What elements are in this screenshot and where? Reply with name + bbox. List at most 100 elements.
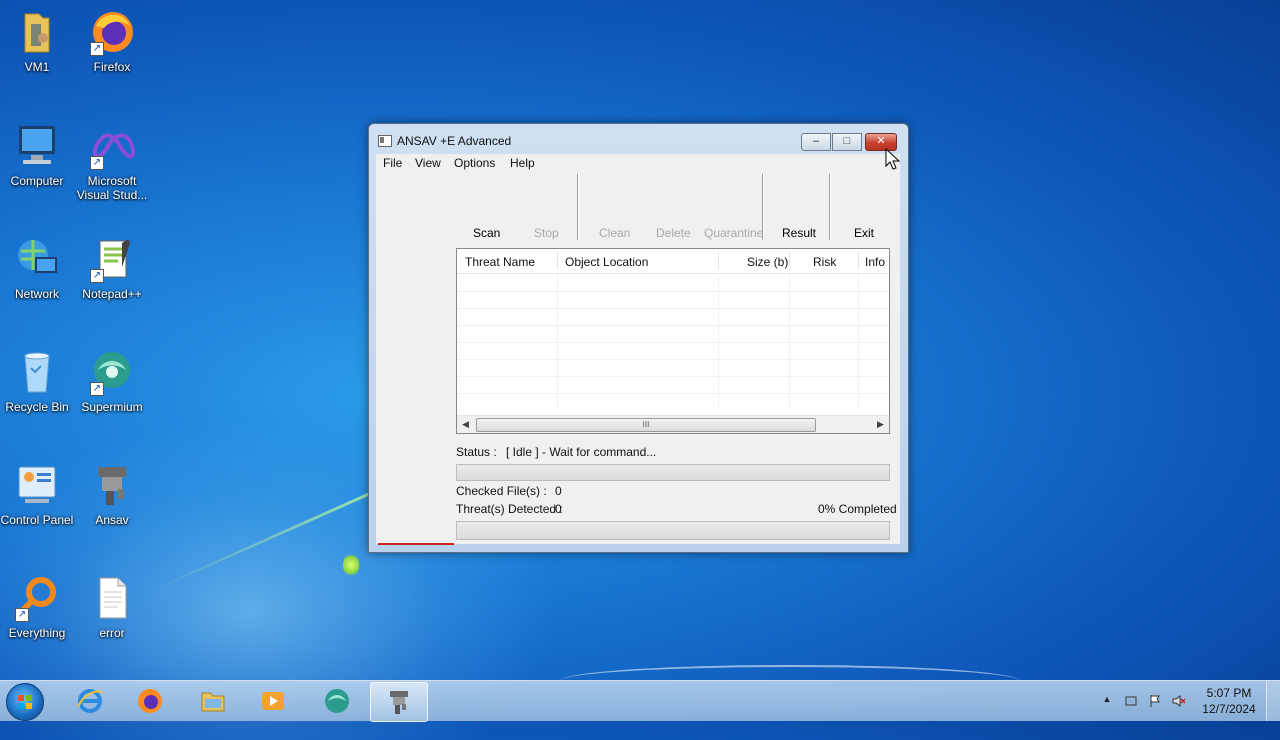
desktop-icon-everything[interactable]: ↗ Everything <box>0 574 74 640</box>
start-button[interactable] <box>6 683 44 721</box>
folder-icon <box>13 8 61 56</box>
ansav-icon <box>88 461 136 509</box>
grid-line <box>557 273 558 409</box>
horizontal-scrollbar[interactable]: ◀ III ▶ <box>457 415 889 433</box>
shortcut-arrow-icon: ↗ <box>15 608 29 622</box>
grid-line <box>457 325 889 326</box>
desktop-icon-label: Ansav <box>95 513 129 527</box>
menu-options[interactable]: Options <box>454 156 495 170</box>
menu-help[interactable]: Help <box>510 156 535 170</box>
desktop-icon-error[interactable]: error <box>75 574 149 640</box>
menu-view[interactable]: View <box>415 156 441 170</box>
toolbar-separator <box>577 174 579 240</box>
status-value: [ Idle ] - Wait for command... <box>506 445 657 459</box>
flag-icon[interactable] <box>1148 694 1162 708</box>
desktop-icon-computer[interactable]: Computer <box>0 122 74 188</box>
taskbar-ansav[interactable] <box>370 682 428 722</box>
desktop-icon-recycle-bin[interactable]: Recycle Bin <box>0 348 74 414</box>
quarantine-button[interactable]: Quarantine <box>704 226 763 240</box>
firefox-icon: ↗ <box>88 8 136 56</box>
grid-line <box>858 273 859 409</box>
desktop-icon-supermium[interactable]: ↗ Supermium <box>75 348 149 414</box>
clean-button[interactable]: Clean <box>599 226 630 240</box>
threats-detected-label: Threat(s) Detected : <box>456 502 563 516</box>
taskbar-file-explorer[interactable] <box>185 682 241 720</box>
scan-button[interactable]: Scan <box>473 226 500 240</box>
desktop-icon-label: VM1 <box>24 60 50 74</box>
control-panel-icon <box>13 461 61 509</box>
desktop-icon-label: Supermium <box>81 400 143 414</box>
taskbar: ▲ 5:07 PM 12/7/2024 <box>0 680 1280 722</box>
column-info[interactable]: Info <box>865 255 885 269</box>
minimize-button[interactable]: – <box>801 133 831 151</box>
stop-button[interactable]: Stop <box>534 226 559 240</box>
everything-search-icon: ↗ <box>13 574 61 622</box>
desktop-icon-ansav[interactable]: Ansav <box>75 461 149 527</box>
window-title: ANSAV +E Advanced <box>397 134 512 148</box>
grid-line <box>457 342 889 343</box>
column-divider <box>789 252 790 270</box>
delete-button[interactable]: Delete <box>656 226 691 240</box>
grid-line <box>789 273 790 409</box>
taskbar-internet-explorer[interactable] <box>62 682 118 720</box>
firefox-icon <box>138 689 162 713</box>
grid-line <box>457 376 889 377</box>
computer-icon <box>13 122 61 170</box>
system-clock[interactable]: 5:07 PM 12/7/2024 <box>1196 685 1262 717</box>
minimize-icon: – <box>812 135 820 147</box>
desktop-icon-visual-studio[interactable]: ↗ Microsoft Visual Stud... <box>75 122 149 202</box>
exit-button[interactable]: Exit <box>854 226 874 240</box>
maximize-button[interactable]: □ <box>832 133 862 151</box>
desktop-icon-notepadpp[interactable]: ↗ Notepad++ <box>75 235 149 301</box>
taskbar-media-player[interactable] <box>245 682 301 720</box>
grid-line <box>457 291 889 292</box>
desktop-icon-vm1[interactable]: VM1 <box>0 8 74 74</box>
menu-file[interactable]: File <box>383 156 402 170</box>
column-size[interactable]: Size (b) <box>747 255 788 269</box>
recycle-bin-icon <box>13 348 61 396</box>
scroll-right-icon[interactable]: ▶ <box>872 416 889 433</box>
column-threat-name[interactable]: Threat Name <box>465 255 535 269</box>
scroll-left-icon[interactable]: ◀ <box>457 416 474 433</box>
checked-files-label: Checked File(s) : <box>456 484 547 498</box>
scroll-grip: III <box>642 420 650 429</box>
visual-studio-icon: ↗ <box>88 122 136 170</box>
taskbar-supermium[interactable] <box>309 682 365 720</box>
desktop-icon-label: Microsoft Visual Stud... <box>76 174 148 202</box>
desktop-icon-control-panel[interactable]: Control Panel <box>0 461 74 527</box>
column-risk[interactable]: Risk <box>813 255 836 269</box>
threat-list[interactable]: Threat Name Object Location Size (b) Ris… <box>456 248 890 434</box>
close-icon: ✕ <box>876 135 886 147</box>
ansav-window: ANSAV +E Advanced – □ ✕ File View Option… <box>368 123 909 553</box>
ansav-icon <box>390 691 408 714</box>
app-window-icon <box>378 135 392 147</box>
result-button[interactable]: Result <box>782 226 816 240</box>
desktop-icon-label: Everything <box>8 626 66 640</box>
folder-icon <box>201 692 225 712</box>
internet-explorer-icon <box>77 689 103 713</box>
window-titlebar[interactable]: ANSAV +E Advanced – □ ✕ <box>369 124 908 154</box>
volume-muted-icon[interactable] <box>1172 694 1186 708</box>
mouse-cursor-icon <box>885 148 901 170</box>
column-divider <box>858 252 859 270</box>
scan-progress-bar <box>456 521 890 540</box>
show-desktop-button[interactable] <box>1266 681 1280 721</box>
desktop-icon-firefox[interactable]: ↗ Firefox <box>75 8 149 74</box>
shortcut-arrow-icon: ↗ <box>90 42 104 56</box>
shortcut-arrow-icon: ↗ <box>90 382 104 396</box>
grid-line <box>457 393 889 394</box>
desktop-icon-label: error <box>99 626 125 640</box>
show-hidden-icons-icon[interactable]: ▲ <box>1100 694 1114 708</box>
clock-time: 5:07 PM <box>1206 686 1252 700</box>
action-center-icon[interactable] <box>1124 694 1138 708</box>
grid-line <box>457 359 889 360</box>
threats-detected-value: 0 <box>555 502 562 516</box>
desktop-icon-label: Notepad++ <box>82 287 142 301</box>
checked-files-value: 0 <box>555 484 562 498</box>
column-object-location[interactable]: Object Location <box>565 255 648 269</box>
taskbar-firefox[interactable] <box>122 682 178 720</box>
completed-percent: 0% Completed <box>818 502 897 516</box>
scroll-thumb[interactable]: III <box>476 418 816 432</box>
desktop-icon-label: Recycle Bin <box>5 400 69 414</box>
desktop-icon-network[interactable]: Network <box>0 235 74 301</box>
